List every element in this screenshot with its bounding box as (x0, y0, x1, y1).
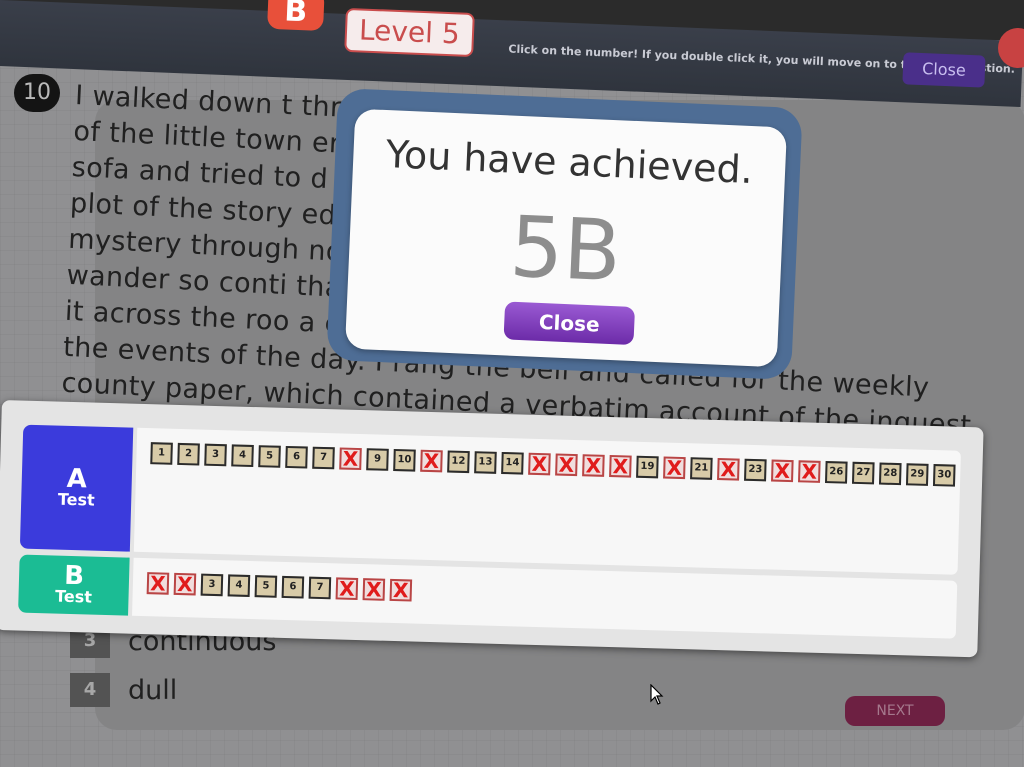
test-a-question-7[interactable]: 7 (312, 446, 335, 470)
test-b-question-1[interactable]: X (146, 571, 170, 596)
test-a-question-14[interactable]: 14 (501, 451, 524, 475)
test-a-question-30[interactable]: 30 (932, 464, 956, 487)
mouse-pointer-icon (650, 684, 664, 705)
test-a-question-2[interactable]: 2 (177, 442, 200, 466)
test-a-results: 1 2 3 4 5 6 7 X 9 10 X 12 13 14 X X X X 19 X 21 X 23 X X 26 27 28 29… (133, 427, 961, 575)
test-b-question-6[interactable]: 6 (281, 575, 305, 599)
question-number-label: 10 (397, 454, 412, 466)
x-mark-icon: X (365, 577, 382, 602)
test-a-question-4[interactable]: 4 (231, 444, 254, 468)
header-close-button[interactable]: Close (902, 52, 986, 88)
question-number-label: 5 (265, 450, 274, 462)
test-b-question-8[interactable]: X (335, 576, 359, 601)
achieved-grade: 5B (507, 197, 624, 301)
test-a-question-25[interactable]: X (798, 459, 821, 484)
question-number-label: 21 (694, 462, 709, 474)
test-b-question-list: XX34567XXX (146, 571, 418, 603)
question-number-label: 6 (292, 451, 301, 463)
x-mark-icon: X (585, 453, 602, 478)
test-b-question-7[interactable]: 7 (308, 576, 332, 600)
x-mark-icon: X (612, 454, 629, 479)
test-a-question-13[interactable]: 13 (474, 451, 497, 474)
question-number-label: 7 (319, 451, 328, 464)
test-b-question-3[interactable]: 3 (200, 573, 224, 597)
test-a-question-26[interactable]: 26 (825, 461, 848, 484)
test-a-question-19[interactable]: 19 (636, 455, 659, 479)
question-number-label: 2 (184, 448, 193, 460)
question-number-label: 29 (910, 468, 925, 480)
x-mark-icon: X (423, 448, 440, 474)
popup-close-button[interactable]: Close (503, 301, 636, 346)
question-number-label: 12 (451, 455, 466, 467)
question-number-label: 26 (829, 466, 844, 478)
x-mark-icon: X (720, 457, 737, 482)
test-b-question-9[interactable]: X (362, 577, 386, 602)
test-a-question-10[interactable]: 10 (393, 448, 416, 472)
test-a-question-23[interactable]: 23 (744, 458, 767, 482)
test-a-question-9[interactable]: 9 (366, 448, 389, 471)
question-number-label: 1 (157, 447, 166, 459)
x-mark-icon: X (531, 451, 548, 477)
question-number-label: 3 (208, 578, 216, 591)
question-number-label: 14 (505, 457, 520, 469)
x-mark-icon: X (801, 459, 818, 484)
x-mark-icon: X (558, 452, 575, 477)
test-a-question-27[interactable]: 27 (851, 461, 875, 485)
question-number-label: 27 (856, 466, 871, 479)
question-number-label: 4 (235, 579, 243, 591)
results-panel: A Test 1 2 3 4 5 6 7 X 9 10 X 12 13 14 X X X X 19 X 21 X 23 X X 2… (0, 400, 984, 658)
test-b-question-5[interactable]: 5 (254, 575, 278, 598)
test-b-question-2[interactable]: X (173, 571, 197, 597)
app-logo: B (267, 0, 325, 31)
question-number-label: 9 (373, 453, 382, 465)
question-number-label: 30 (937, 469, 952, 481)
x-mark-icon: X (149, 571, 166, 596)
test-a-question-11[interactable]: X (420, 448, 443, 474)
question-number-label: 7 (316, 581, 324, 594)
test-a-question-15[interactable]: X (528, 451, 551, 477)
question-number-label: 19 (640, 460, 655, 473)
test-a-question-17[interactable]: X (582, 453, 605, 478)
test-a-question-1[interactable]: 1 (150, 442, 173, 465)
level-badge: Level 5 (344, 7, 475, 58)
x-mark-icon: X (176, 571, 193, 597)
x-mark-icon: X (338, 576, 355, 601)
test-a-question-24[interactable]: X (771, 458, 794, 484)
x-mark-icon: X (342, 446, 359, 471)
x-mark-icon: X (666, 455, 683, 481)
test-a-question-12[interactable]: 12 (447, 450, 470, 474)
tab-label: Test (54, 586, 93, 607)
test-a-question-20[interactable]: X (663, 455, 686, 481)
test-a-question-22[interactable]: X (717, 457, 740, 482)
test-a-question-list: 1 2 3 4 5 6 7 X 9 10 X 12 13 14 X X X X 19 X 21 X 23 X X 26 27 28 29… (150, 442, 960, 487)
question-number-label: 3 (211, 448, 220, 461)
test-a-question-5[interactable]: 5 (258, 445, 281, 468)
question-number-label: 23 (748, 463, 763, 476)
tab-letter: B (63, 560, 85, 592)
x-mark-icon: X (392, 577, 409, 603)
test-a-question-21[interactable]: 21 (690, 457, 713, 480)
question-number-label: 28 (883, 467, 898, 480)
question-number-label: 4 (238, 449, 247, 461)
popup-title: You have achieved. (384, 132, 754, 193)
test-a-row: A Test 1 2 3 4 5 6 7 X 9 10 X 12 13 14 X X X X 19 X 21 X 23 X X 2… (19, 424, 961, 575)
test-a-question-3[interactable]: 3 (204, 443, 227, 467)
question-number-label: 6 (289, 581, 297, 593)
test-a-question-18[interactable]: X (609, 454, 632, 479)
test-a-tab[interactable]: A Test (19, 424, 134, 552)
test-a-question-29[interactable]: 29 (905, 463, 929, 486)
achievement-dialog: You have achieved. 5B Close (344, 108, 788, 368)
test-b-tab[interactable]: B Test (18, 554, 130, 616)
test-a-question-8[interactable]: X (339, 446, 362, 471)
test-a-question-16[interactable]: X (555, 452, 578, 477)
test-a-question-6[interactable]: 6 (285, 445, 308, 469)
test-a-question-28[interactable]: 28 (878, 462, 902, 486)
question-number-label: 5 (262, 580, 270, 592)
test-b-question-10[interactable]: X (389, 577, 413, 603)
tab-label: Test (57, 489, 95, 510)
test-b-question-4[interactable]: 4 (227, 574, 251, 597)
tab-letter: A (66, 463, 88, 495)
x-mark-icon: X (774, 458, 791, 484)
question-number-label: 13 (478, 456, 493, 468)
